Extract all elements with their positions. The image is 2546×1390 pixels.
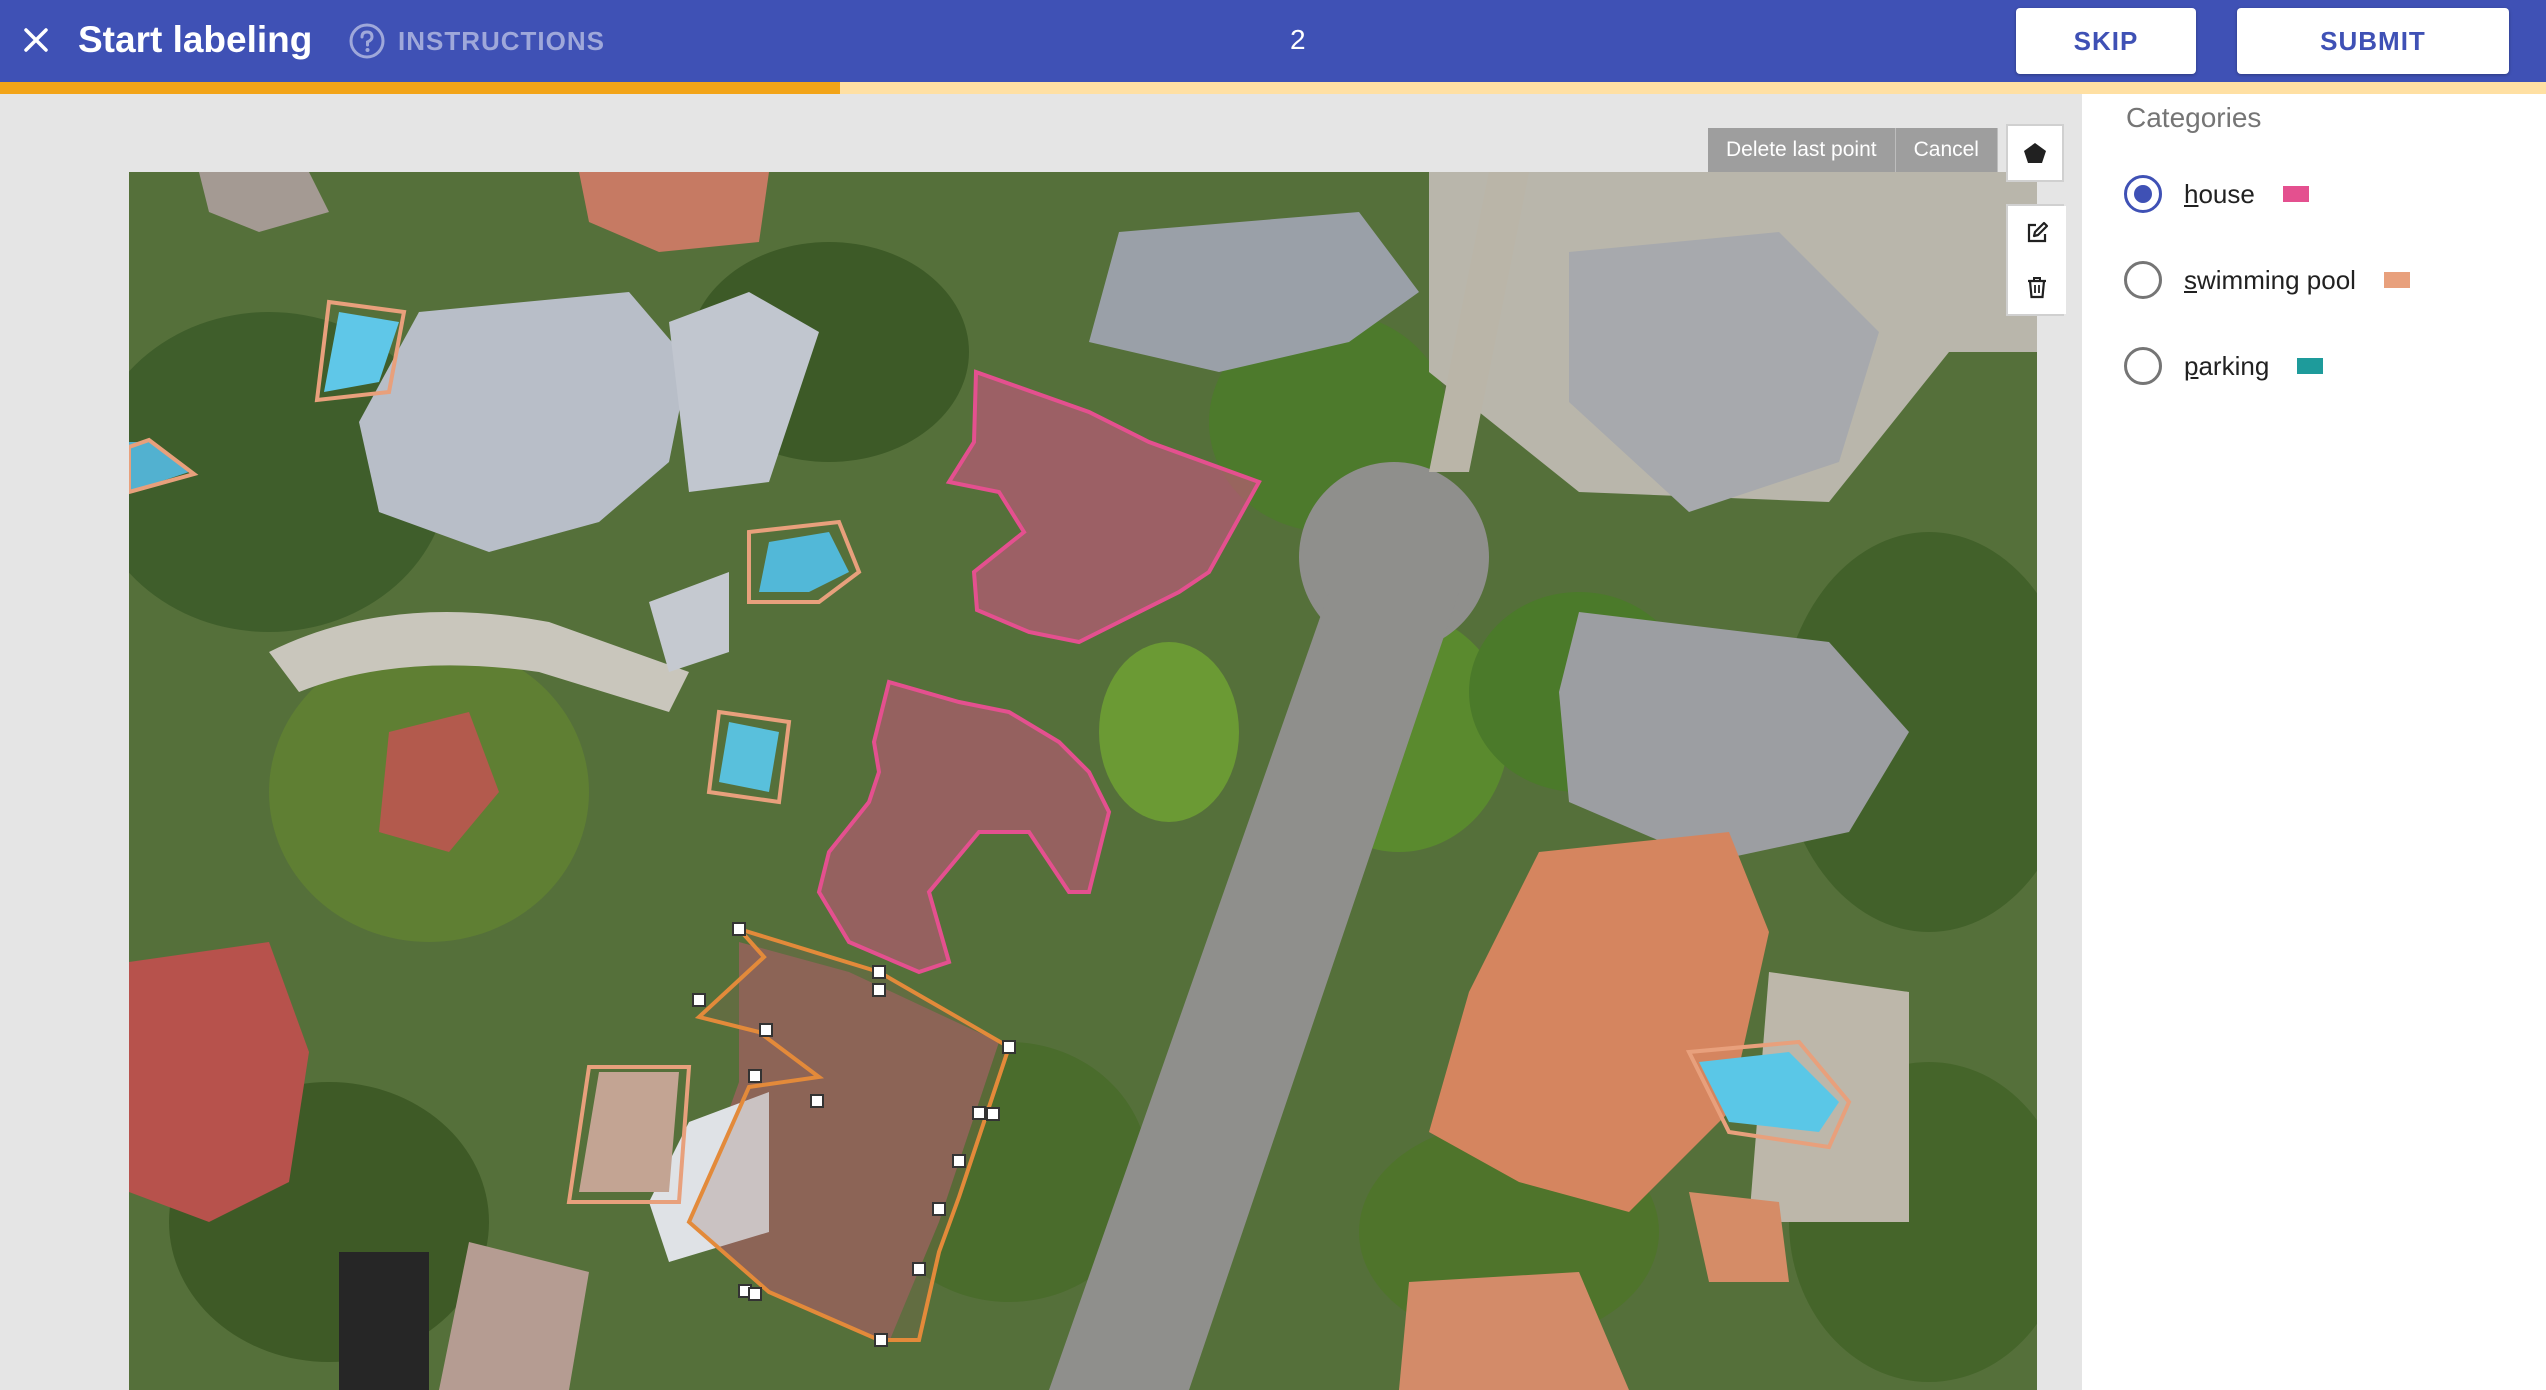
annotation-tool-strip	[2006, 124, 2066, 316]
trash-icon	[2028, 277, 2046, 299]
close-button[interactable]	[16, 20, 56, 60]
category-swimming-pool[interactable]: swimming pool	[2124, 260, 2410, 300]
delete-tool-button[interactable]	[2008, 260, 2066, 314]
item-counter: 2	[1290, 24, 1306, 55]
tool-group	[2006, 204, 2066, 316]
edit-icon	[2027, 221, 2049, 243]
cancel-button[interactable]: Cancel	[1895, 128, 1998, 172]
instructions-label: INSTRUCTIONS	[398, 25, 605, 56]
category-parking-label: parking	[2184, 350, 2270, 381]
category-swimming-pool-color-swatch	[2383, 272, 2410, 288]
progress-bar-fill	[0, 82, 841, 94]
polygon-tool-button[interactable]	[2006, 124, 2064, 182]
category-swimming-pool-label: swimming pool	[2184, 264, 2356, 295]
categories-title: Categories	[2126, 102, 2262, 133]
polygon-edit-toolbar: Delete last point Cancel	[1708, 128, 1998, 172]
delete-last-point-button[interactable]: Delete last point	[1708, 128, 1896, 172]
category-parking[interactable]: parking	[2124, 346, 2324, 386]
polygon-icon	[2024, 143, 2046, 163]
skip-button[interactable]: SKIP	[2016, 8, 2196, 74]
close-icon	[24, 28, 48, 52]
edit-tool-button[interactable]	[2008, 206, 2066, 260]
category-house-radio[interactable]	[2124, 175, 2162, 213]
category-house[interactable]: house	[2124, 174, 2309, 214]
progress-bar	[0, 82, 2546, 94]
help-icon	[349, 23, 385, 59]
category-parking-color-swatch	[2297, 358, 2324, 374]
category-house-color-swatch	[2282, 186, 2309, 202]
instructions-button[interactable]: INSTRUCTIONS	[348, 20, 605, 62]
category-parking-radio[interactable]	[2124, 347, 2162, 385]
category-house-label: house	[2184, 178, 2255, 209]
category-swimming-pool-radio[interactable]	[2124, 261, 2162, 299]
categories-panel: Categories house swimming pool parking	[2082, 94, 2546, 1390]
submit-button[interactable]: SUBMIT	[2237, 8, 2509, 74]
annotation-workspace: Delete last point Cancel	[0, 94, 2082, 1390]
aerial-image-canvas[interactable]	[129, 172, 2037, 1390]
top-app-bar: Start labeling INSTRUCTIONS 2 SKIP SUBMI…	[0, 0, 2546, 82]
page-title: Start labeling	[78, 19, 313, 60]
aerial-photo	[129, 172, 2037, 1390]
